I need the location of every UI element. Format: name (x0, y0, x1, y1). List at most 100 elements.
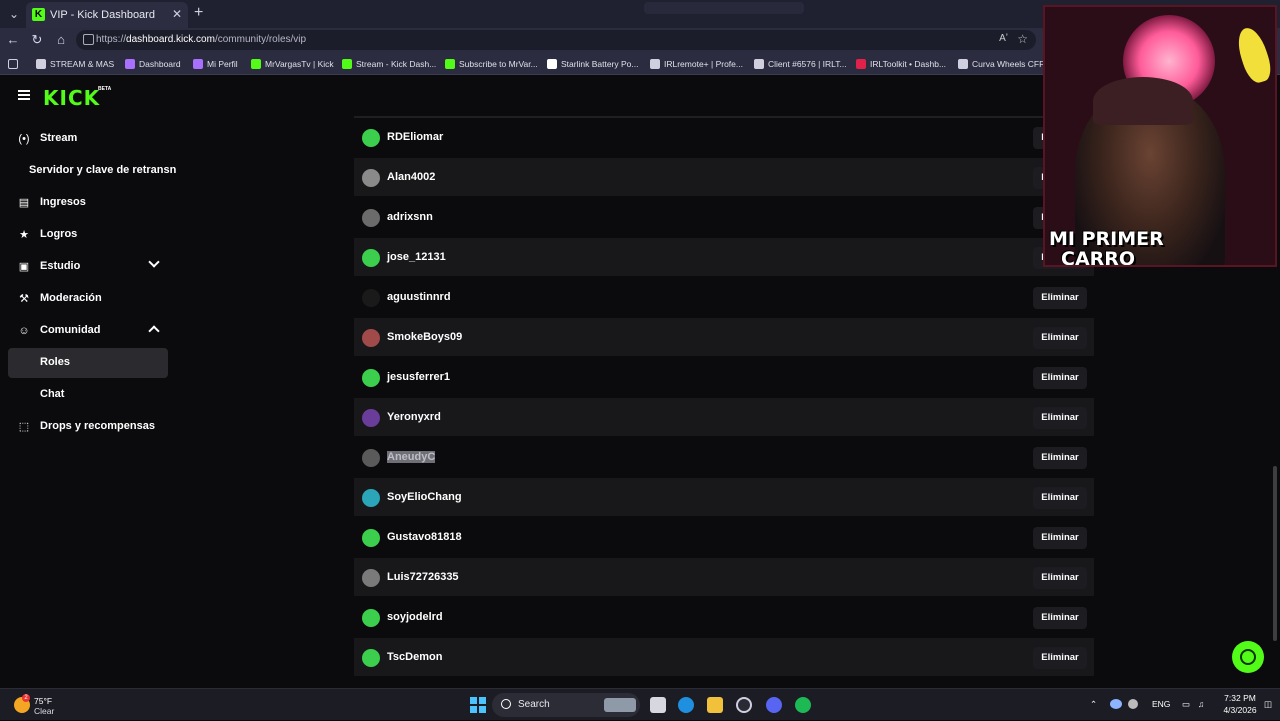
avatar[interactable] (362, 249, 380, 267)
sidebar-item-label: Stream (40, 132, 78, 144)
remove-vip-button[interactable]: Eliminar (1033, 287, 1087, 309)
username[interactable]: RDEliomar (387, 131, 443, 143)
help-button[interactable] (1232, 641, 1264, 673)
bookmark-9[interactable]: IRLToolkit • Dashb... (856, 57, 946, 71)
bookmark-6[interactable]: Starlink Battery Po... (547, 57, 638, 71)
username[interactable]: aguustinnrd (387, 291, 451, 303)
username[interactable]: jesusferrer1 (387, 371, 450, 383)
browser-tab[interactable]: K VIP - Kick Dashboard ✕ (26, 2, 188, 28)
remove-vip-button[interactable]: Eliminar (1033, 447, 1087, 469)
chevron-up-icon[interactable] (148, 325, 160, 337)
avatar[interactable] (362, 169, 380, 187)
bookmark-0[interactable]: STREAM & MAS (36, 57, 114, 71)
app-icon[interactable] (736, 697, 752, 713)
kick-logo[interactable]: KICK (43, 86, 100, 110)
bookmark-5[interactable]: Subscribe to MrVar... (445, 57, 538, 71)
bookmark-label: IRLremote+ | Profe... (664, 59, 743, 69)
username[interactable]: Alan4002 (387, 171, 435, 183)
edge-browser-icon[interactable] (678, 697, 694, 713)
weather-widget[interactable]: 2 75°F Clear (12, 694, 72, 716)
sidebar-item-roles[interactable]: Roles (8, 348, 168, 378)
username[interactable]: soyjodelrd (387, 611, 443, 623)
sidebar-item-drops[interactable]: ⬚ Drops y recompensas (8, 412, 168, 442)
bookmark-4[interactable]: Stream - Kick Dash... (342, 57, 436, 71)
username[interactable]: AneudyC (387, 451, 436, 463)
username[interactable]: Luis72726335 (387, 571, 459, 583)
username[interactable]: SmokeBoys09 (387, 331, 462, 343)
avatar[interactable] (362, 289, 380, 307)
username[interactable]: jose_12131 (387, 251, 446, 263)
favorite-star-icon[interactable]: ☆ (1017, 32, 1028, 46)
tab-close-icon[interactable]: ✕ (172, 7, 182, 21)
taskbar-search[interactable]: Search (492, 693, 640, 717)
tray-chevron-icon[interactable]: ⌃ (1090, 699, 1097, 710)
bookmark-2[interactable]: Mi Perfil (193, 57, 238, 71)
sidebar-item-chat[interactable]: Chat (8, 380, 168, 410)
remove-vip-button[interactable]: Eliminar (1033, 607, 1087, 629)
read-aloud-icon[interactable]: Aʼ (999, 33, 1008, 44)
username[interactable]: adrixsnn (387, 211, 433, 223)
tab-actions-icon[interactable]: ⌄ (6, 6, 22, 22)
avatar[interactable] (362, 369, 380, 387)
twitch-icon (193, 59, 203, 69)
bookmarks-menu-icon[interactable] (8, 57, 18, 71)
language-indicator[interactable]: ENG (1152, 699, 1170, 709)
username[interactable]: Yeronyxrd (387, 411, 441, 423)
clock-time[interactable]: 7:32 PM (1218, 693, 1262, 703)
remove-vip-button[interactable]: Eliminar (1033, 527, 1087, 549)
new-tab-icon[interactable]: + (194, 4, 203, 22)
refresh-icon[interactable]: ↻ (29, 32, 45, 48)
page-scrollbar[interactable] (1273, 466, 1277, 641)
clock-date[interactable]: 4/3/2026 (1218, 705, 1262, 715)
tray-app-icon[interactable] (1128, 699, 1138, 709)
studio-icon: ▣ (18, 261, 30, 273)
volume-icon[interactable]: ♫ (1198, 699, 1204, 709)
avatar[interactable] (362, 129, 380, 147)
sidebar-item-achievements[interactable]: ★ Logros (8, 220, 168, 250)
task-view-icon[interactable] (650, 697, 666, 713)
remove-vip-button[interactable]: Eliminar (1033, 367, 1087, 389)
avatar[interactable] (362, 329, 380, 347)
home-icon[interactable]: ⌂ (53, 32, 69, 48)
avatar[interactable] (362, 449, 380, 467)
username[interactable]: TscDemon (387, 651, 442, 663)
bookmark-8[interactable]: Client #6576 | IRLT... (754, 57, 847, 71)
notification-icon[interactable]: ◫ (1264, 699, 1272, 710)
bookmark-7[interactable]: IRLremote+ | Profe... (650, 57, 743, 71)
avatar[interactable] (362, 409, 380, 427)
avatar[interactable] (362, 489, 380, 507)
discord-icon[interactable] (766, 697, 782, 713)
remove-vip-button[interactable]: Eliminar (1033, 407, 1087, 429)
remove-vip-button[interactable]: Eliminar (1033, 567, 1087, 589)
cloud-icon[interactable] (1110, 699, 1122, 709)
network-icon[interactable]: ▭ (1182, 699, 1190, 710)
remove-vip-button[interactable]: Eliminar (1033, 647, 1087, 669)
remove-vip-button[interactable]: Eliminar (1033, 487, 1087, 509)
sidebar-item-revenue[interactable]: ▤ Ingresos (8, 188, 168, 218)
bookmark-10[interactable]: Curva Wheels CFF76 (958, 57, 1054, 71)
sidebar-item-stream[interactable]: (•) Stream (8, 124, 168, 154)
url-field[interactable]: https://dashboard.kick.com/community/rol… (76, 30, 1036, 50)
bookmark-1[interactable]: Dashboard (125, 57, 181, 71)
title-bar-region (644, 2, 804, 14)
bookmark-3[interactable]: MrVargasTv | Kick (251, 57, 334, 71)
start-button[interactable] (470, 697, 486, 713)
username[interactable]: SoyElioChang (387, 491, 462, 503)
chevron-down-icon[interactable] (148, 256, 160, 268)
sidebar-item-moderation[interactable]: ⚒ Moderación (8, 284, 168, 314)
spotify-icon[interactable] (795, 697, 811, 713)
file-explorer-icon[interactable] (707, 697, 723, 713)
avatar[interactable] (362, 209, 380, 227)
sidebar-item-stream-key[interactable]: Servidor y clave de retransn (8, 156, 176, 186)
sidebar-item-studio[interactable]: ▣ Estudio (8, 252, 168, 282)
avatar[interactable] (362, 569, 380, 587)
avatar[interactable] (362, 529, 380, 547)
username[interactable]: Gustavo81818 (387, 531, 462, 543)
url-text: https://dashboard.kick.com/community/rol… (96, 34, 307, 45)
menu-icon[interactable] (18, 90, 30, 100)
remove-vip-button[interactable]: Eliminar (1033, 327, 1087, 349)
avatar[interactable] (362, 609, 380, 627)
back-icon[interactable]: ← (5, 32, 21, 48)
avatar[interactable] (362, 649, 380, 667)
sidebar-item-community[interactable]: ☺ Comunidad (8, 316, 168, 346)
